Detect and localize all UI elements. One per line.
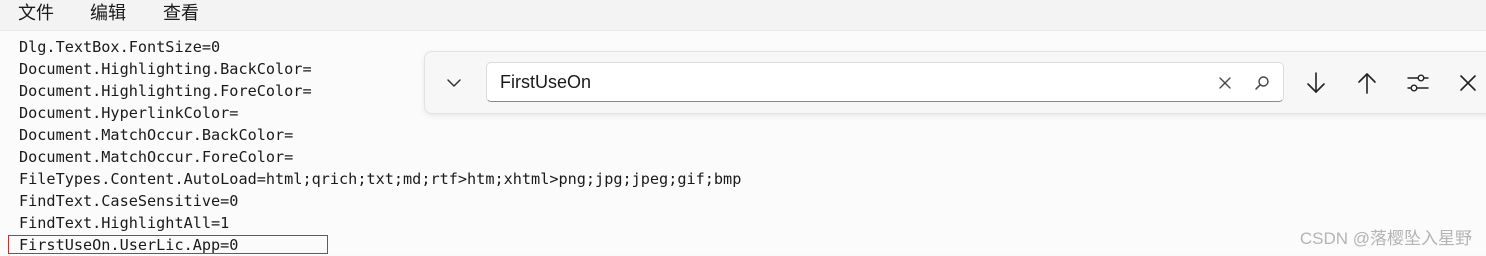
editor-line: FindText.CaseSensitive=0 xyxy=(19,192,239,210)
menu-edit[interactable]: 编辑 xyxy=(90,3,126,25)
clear-search-button[interactable] xyxy=(1214,72,1236,94)
editor-line: Document.Highlighting.BackColor= xyxy=(19,60,312,78)
arrow-up-icon xyxy=(1356,71,1378,95)
editor-line: FindText.HighlightAll=1 xyxy=(19,214,230,232)
close-find-button[interactable] xyxy=(1451,66,1485,100)
menu-file[interactable]: 文件 xyxy=(18,3,54,25)
editor-line: Document.MatchOccur.ForeColor= xyxy=(19,148,294,166)
arrow-down-icon xyxy=(1305,71,1327,95)
editor-line: FileTypes.Content.AutoLoad=html;qrich;tx… xyxy=(19,170,742,188)
close-icon xyxy=(1218,76,1232,90)
sliders-icon xyxy=(1406,72,1430,94)
editor-line: Document.HyperlinkColor= xyxy=(19,104,239,122)
search-box xyxy=(486,62,1284,102)
find-panel xyxy=(424,51,1486,114)
editor-line: Dlg.TextBox.FontSize=0 xyxy=(19,38,221,56)
search-icon xyxy=(1254,75,1270,91)
menu-bar: 文件 编辑 查看 xyxy=(0,0,1486,31)
expand-replace-button[interactable] xyxy=(439,68,469,98)
editor-line: FirstUseOn.UserLic.App=0 xyxy=(19,236,239,254)
search-button[interactable] xyxy=(1251,72,1273,94)
menu-view[interactable]: 查看 xyxy=(163,3,199,25)
editor-line: Document.Highlighting.ForeColor= xyxy=(19,82,312,100)
chevron-down-icon xyxy=(446,78,462,88)
find-next-button[interactable] xyxy=(1299,66,1333,100)
search-options-button[interactable] xyxy=(1401,66,1435,100)
find-previous-button[interactable] xyxy=(1350,66,1384,100)
watermark-text: CSDN @落樱坠入星野 xyxy=(1299,229,1472,248)
close-icon xyxy=(1459,74,1477,92)
editor-line: Document.MatchOccur.BackColor= xyxy=(19,126,294,144)
search-input[interactable] xyxy=(500,70,1200,94)
